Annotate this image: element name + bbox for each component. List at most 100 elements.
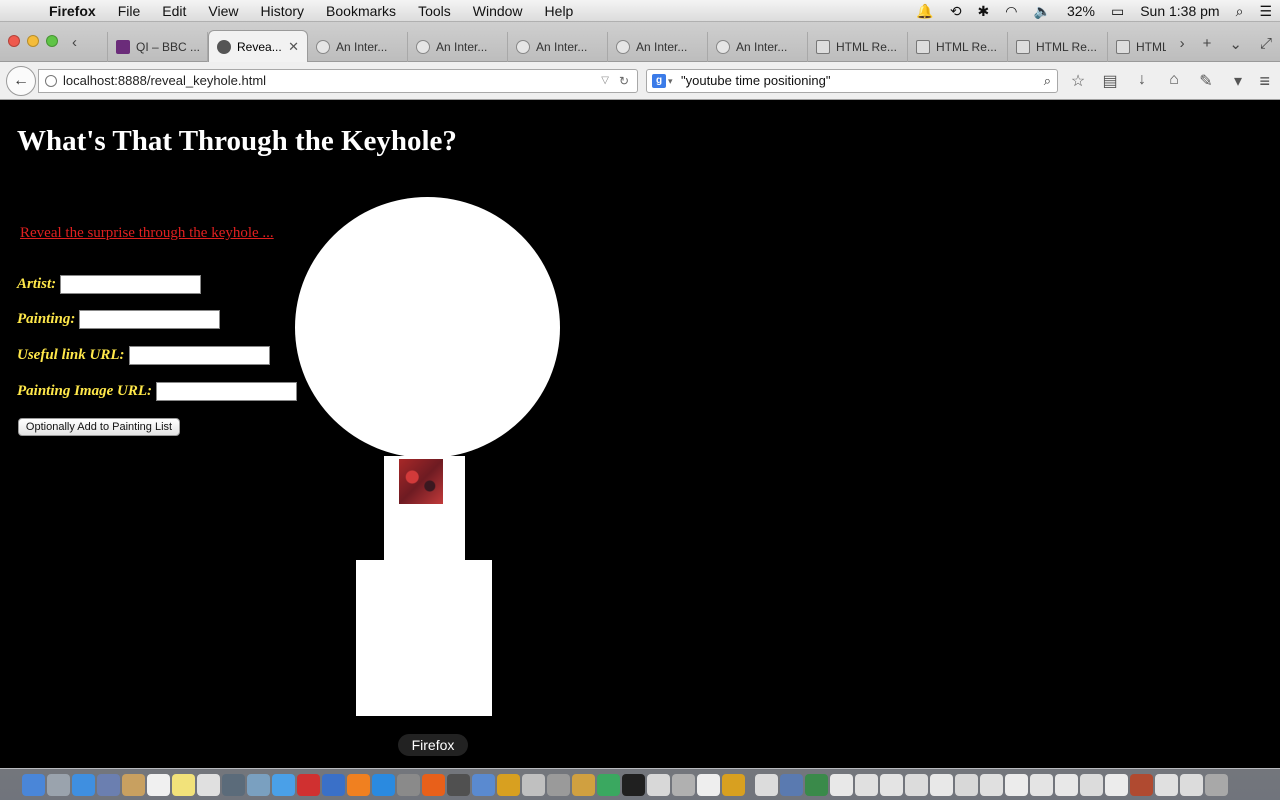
tab-hidden-left[interactable] <box>88 32 108 62</box>
system-preferences-icon[interactable] <box>397 773 420 796</box>
photo-icon[interactable] <box>297 773 320 796</box>
window-thumbnail-icon[interactable] <box>1180 773 1203 796</box>
tab-an-inter-4[interactable]: An Inter... <box>608 32 708 62</box>
tab-qi-bbc[interactable]: QI – BBC ... <box>108 32 208 62</box>
text-document-icon[interactable] <box>697 773 720 796</box>
minimize-window-button[interactable] <box>27 35 39 47</box>
tab-html-re-3[interactable]: HTML Re... <box>1008 32 1108 62</box>
itunes-icon[interactable] <box>322 773 345 796</box>
url-dropdown-icon[interactable]: ▽ <box>601 70 609 92</box>
mail-icon[interactable] <box>97 773 120 796</box>
photo-booth-icon[interactable] <box>222 773 245 796</box>
time-machine-icon[interactable]: ⟲ <box>942 3 970 20</box>
tab-an-inter-5[interactable]: An Inter... <box>708 32 808 62</box>
notification-icon[interactable]: 🔔 <box>908 3 941 20</box>
menu-bookmarks[interactable]: Bookmarks <box>315 3 407 19</box>
search-icon[interactable]: ⌕ <box>1044 70 1051 92</box>
finder-icon[interactable] <box>22 773 45 796</box>
menu-tools[interactable]: Tools <box>407 3 462 19</box>
menu-edit[interactable]: Edit <box>151 3 197 19</box>
reminders-icon[interactable] <box>197 773 220 796</box>
window-thumbnail-icon[interactable] <box>1030 773 1053 796</box>
image-url-input[interactable] <box>156 382 298 401</box>
reload-icon[interactable]: ↻ <box>619 70 629 92</box>
window-thumbnail-icon[interactable] <box>880 773 903 796</box>
activity-monitor-icon[interactable] <box>522 773 545 796</box>
hamburger-menu-icon[interactable]: ≡ <box>1259 71 1270 92</box>
ibooks-icon[interactable] <box>347 773 370 796</box>
safari-icon[interactable] <box>72 773 95 796</box>
wifi-icon[interactable]: ◠ <box>997 3 1025 20</box>
tab-html-re-2[interactable]: HTML Re... <box>908 32 1008 62</box>
tab-scroll-left-icon[interactable]: ‹ <box>72 34 77 51</box>
bookmark-star-icon[interactable]: ☆ <box>1068 71 1088 91</box>
tab-scroll-right-icon[interactable]: › <box>1180 35 1185 53</box>
engine-dropdown-icon[interactable]: ▾ <box>668 70 673 92</box>
window-thumbnail-icon[interactable] <box>930 773 953 796</box>
window-thumbnail-icon[interactable] <box>1005 773 1028 796</box>
launchpad-icon[interactable] <box>47 773 70 796</box>
window-thumbnail-icon[interactable] <box>955 773 978 796</box>
maps-icon[interactable] <box>247 773 270 796</box>
extension-dropdown-icon[interactable]: ▾ <box>1228 71 1248 91</box>
menu-view[interactable]: View <box>197 3 249 19</box>
window-thumbnail-icon[interactable] <box>805 773 828 796</box>
fullscreen-icon[interactable]: ⤢ <box>1260 35 1272 53</box>
utility-icon[interactable] <box>547 773 570 796</box>
trash-icon[interactable] <box>1205 773 1228 796</box>
extension-icon[interactable]: ✎ <box>1196 71 1216 91</box>
home-icon[interactable]: ⌂ <box>1164 71 1184 91</box>
link-url-input[interactable] <box>128 346 270 365</box>
tab-an-inter-2[interactable]: An Inter... <box>408 32 508 62</box>
artist-input[interactable] <box>60 275 202 294</box>
window-thumbnail-icon[interactable] <box>1105 773 1128 796</box>
menu-history[interactable]: History <box>249 3 315 19</box>
window-thumbnail-icon[interactable] <box>1055 773 1078 796</box>
menu-app-firefox[interactable]: Firefox <box>38 3 107 19</box>
tab-html-4[interactable]: HTML <box>1108 32 1174 62</box>
messages-icon[interactable] <box>272 773 295 796</box>
google-engine-icon[interactable]: g <box>652 74 666 88</box>
new-tab-icon[interactable]: + <box>1203 35 1212 53</box>
menu-help[interactable]: Help <box>534 3 585 19</box>
clock[interactable]: Sun 1:38 pm <box>1132 3 1227 19</box>
filezilla-icon[interactable] <box>497 773 520 796</box>
calendar-icon[interactable] <box>147 773 170 796</box>
notes-icon[interactable] <box>172 773 195 796</box>
window-thumbnail-icon[interactable] <box>830 773 853 796</box>
app-store-icon[interactable] <box>372 773 395 796</box>
window-thumbnail-icon[interactable] <box>1130 773 1153 796</box>
menu-window[interactable]: Window <box>462 3 534 19</box>
volume-icon[interactable]: 🔈 <box>1026 3 1059 20</box>
list-all-tabs-icon[interactable]: ⌄ <box>1229 35 1242 53</box>
add-to-painting-list-button[interactable]: Optionally Add to Painting List <box>18 418 180 436</box>
window-thumbnail-icon[interactable] <box>980 773 1003 796</box>
gimp-icon[interactable] <box>447 773 470 796</box>
document-icon[interactable] <box>647 773 670 796</box>
battery-percent[interactable]: 32% <box>1059 3 1103 19</box>
filezilla-2-icon[interactable] <box>722 773 745 796</box>
painting-input[interactable] <box>79 310 221 329</box>
paint-icon[interactable] <box>572 773 595 796</box>
zoom-window-button[interactable] <box>46 35 58 47</box>
notification-center-icon[interactable]: ☰ <box>1251 3 1280 20</box>
tab-an-inter-3[interactable]: An Inter... <box>508 32 608 62</box>
firefox-icon[interactable] <box>422 773 445 796</box>
downloads-stack-icon[interactable] <box>755 773 778 796</box>
url-bar[interactable]: localhost:8888/reveal_keyhole.html ▽ ↻ <box>38 69 638 93</box>
terminal-icon[interactable] <box>622 773 645 796</box>
close-tab-icon[interactable]: ✕ <box>288 39 299 55</box>
bluetooth-icon[interactable]: ✱ <box>970 3 998 20</box>
close-window-button[interactable] <box>8 35 20 47</box>
site-identity-icon[interactable] <box>45 75 57 87</box>
window-thumbnail-icon[interactable] <box>905 773 928 796</box>
window-thumbnail-icon[interactable] <box>855 773 878 796</box>
downloads-icon[interactable]: ↓ <box>1132 71 1152 91</box>
search-bar[interactable]: g ▾ "youtube time positioning" ⌕ <box>646 69 1058 93</box>
tab-html-re-1[interactable]: HTML Re... <box>808 32 908 62</box>
tab-an-inter-1[interactable]: An Inter... <box>308 32 408 62</box>
xcode-icon[interactable] <box>472 773 495 796</box>
window-thumbnail-icon[interactable] <box>1080 773 1103 796</box>
window-thumbnail-icon[interactable] <box>780 773 803 796</box>
contacts-icon[interactable] <box>122 773 145 796</box>
